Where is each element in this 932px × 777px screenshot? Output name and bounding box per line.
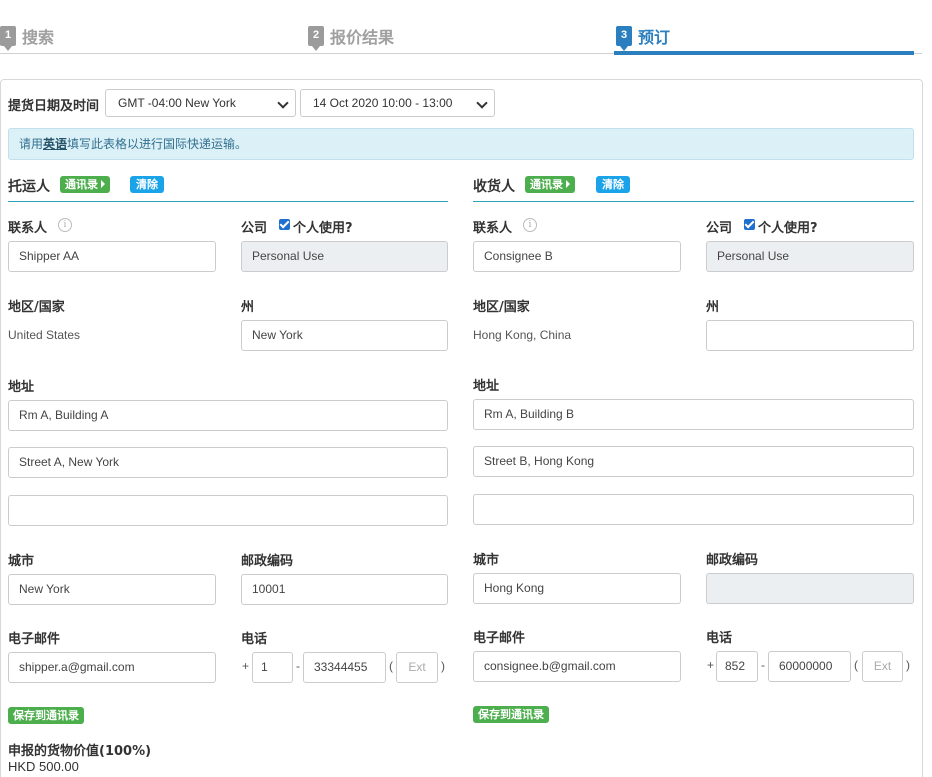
shipper-phone-number[interactable]: 33344455 <box>303 652 386 683</box>
pickup-datetime-label: 提货日期及时间 <box>8 99 100 114</box>
shipper-email-label: 电子邮件 <box>8 632 61 647</box>
consignee-address-label: 地址 <box>473 379 500 394</box>
shipper-company-input[interactable]: Personal Use <box>241 241 448 272</box>
shipper-phone-ext[interactable]: Ext <box>396 652 438 683</box>
consignee-address-line3[interactable] <box>473 494 914 525</box>
shipper-phone-country-code[interactable]: 1 <box>252 652 293 683</box>
timezone-value: GMT -04:00 New York <box>118 96 236 110</box>
consignee-city-input[interactable]: Hong Kong <box>473 573 681 604</box>
step-label: 搜索 <box>22 28 55 47</box>
consignee-company-label: 公司 <box>706 221 733 236</box>
step-number-badge: 2 <box>308 26 324 51</box>
shipper-save-contact-button[interactable]: 保存到通讯录 <box>8 707 84 724</box>
notice-text-after: 填写此表格以进行国际快递运输。 <box>67 137 248 151</box>
consignee-contact-input[interactable]: Consignee B <box>473 241 681 272</box>
shipper-section-title: 托运人 <box>8 179 50 195</box>
shipper-phone-label: 电话 <box>241 632 268 647</box>
progress-steps: 1 搜索 2 报价结果 3 预订 <box>0 0 932 60</box>
declared-value: HKD 500.00 <box>8 759 79 774</box>
caret-right-icon <box>101 180 105 188</box>
shipper-country-value: United States <box>8 328 81 342</box>
shipper-personal-label: 个人使用? <box>293 221 353 236</box>
shipper-clear-button[interactable]: 清除 <box>130 176 164 193</box>
consignee-section-title: 收货人 <box>473 179 515 195</box>
shipper-personal-checkbox[interactable] <box>279 219 290 230</box>
phone-paren-open: ( <box>389 659 393 673</box>
consignee-personal-label: 个人使用? <box>758 221 818 236</box>
shipper-contact-label: 联系人 <box>8 221 48 236</box>
consignee-state-label: 州 <box>706 300 720 315</box>
step-number-badge: 1 <box>0 26 16 51</box>
shipper-state-input[interactable]: New York <box>241 320 448 351</box>
step-label: 预订 <box>638 28 671 47</box>
shipper-city-input[interactable]: New York <box>8 574 216 605</box>
phone-dash: - <box>296 659 300 673</box>
shipper-address-label: 地址 <box>8 380 35 395</box>
phone-plus-sign: + <box>242 659 250 673</box>
step-label: 报价结果 <box>330 28 395 47</box>
shipper-address-line1[interactable]: Rm A, Building A <box>8 400 448 431</box>
phone-paren-open: ( <box>854 658 858 672</box>
chevron-down-icon <box>277 97 289 109</box>
shipper-postal-label: 邮政编码 <box>241 554 294 569</box>
consignee-phone-label: 电话 <box>706 631 733 646</box>
consignee-country-value: Hong Kong, China <box>473 328 572 342</box>
shipper-postal-input[interactable]: 10001 <box>241 574 448 605</box>
info-icon[interactable]: i <box>58 218 72 232</box>
consignee-contact-label: 联系人 <box>473 221 513 236</box>
consignee-postal-label: 邮政编码 <box>706 553 759 568</box>
shipper-address-line3[interactable] <box>8 495 448 526</box>
consignee-state-input[interactable] <box>706 320 914 351</box>
shipper-address-line2[interactable]: Street A, New York <box>8 447 448 478</box>
consignee-city-label: 城市 <box>473 553 500 568</box>
shipper-city-label: 城市 <box>8 554 35 569</box>
shipper-country-label: 地区/国家 <box>8 300 65 315</box>
caret-right-icon <box>566 180 570 188</box>
shipper-state-label: 州 <box>241 300 255 315</box>
declared-value-label: 申报的货物价值(100%) <box>8 744 152 759</box>
english-notice: 请用英语填写此表格以进行国际快递运输。 <box>8 128 914 160</box>
phone-dash: - <box>761 658 765 672</box>
consignee-clear-button[interactable]: 清除 <box>596 176 630 193</box>
phone-plus-sign: + <box>707 658 715 672</box>
consignee-address-line2[interactable]: Street B, Hong Kong <box>473 446 914 477</box>
consignee-email-input[interactable]: consignee.b@gmail.com <box>473 651 681 682</box>
phone-paren-close: ) <box>906 658 910 672</box>
notice-emphasis: 英语 <box>43 137 68 151</box>
info-icon[interactable]: i <box>523 218 537 232</box>
shipper-company-label: 公司 <box>241 221 268 236</box>
pickup-slot-value: 14 Oct 2020 10:00 - 13:00 <box>313 96 453 110</box>
notice-text-before: 请用 <box>19 137 44 151</box>
consignee-personal-checkbox[interactable] <box>744 219 755 230</box>
shipper-email-input[interactable]: shipper.a@gmail.com <box>8 652 216 683</box>
phone-paren-close: ) <box>441 659 445 673</box>
consignee-postal-input[interactable] <box>706 573 914 604</box>
timezone-select[interactable]: GMT -04:00 New York <box>105 89 296 117</box>
shipper-contacts-button[interactable]: 通讯录 <box>60 176 110 193</box>
button-label: 通讯录 <box>65 178 98 191</box>
consignee-contacts-button[interactable]: 通讯录 <box>525 176 575 193</box>
consignee-phone-ext[interactable]: Ext <box>862 651 903 682</box>
consignee-save-contact-button[interactable]: 保存到通讯录 <box>473 706 549 723</box>
consignee-email-label: 电子邮件 <box>473 631 526 646</box>
consignee-country-label: 地区/国家 <box>473 300 530 315</box>
consignee-section-divider <box>473 201 914 202</box>
step-number-badge: 3 <box>616 26 632 51</box>
pickup-slot-select[interactable]: 14 Oct 2020 10:00 - 13:00 <box>300 89 495 117</box>
shipper-section-divider <box>8 201 448 202</box>
button-label: 通讯录 <box>530 178 563 191</box>
consignee-phone-number[interactable]: 60000000 <box>768 651 851 682</box>
consignee-company-input[interactable]: Personal Use <box>706 241 914 272</box>
chevron-down-icon <box>476 97 488 109</box>
shipper-contact-input[interactable]: Shipper AA <box>8 241 216 272</box>
active-step-indicator <box>614 51 914 55</box>
consignee-address-line1[interactable]: Rm A, Building B <box>473 399 914 430</box>
consignee-phone-country-code[interactable]: 852 <box>716 651 758 682</box>
